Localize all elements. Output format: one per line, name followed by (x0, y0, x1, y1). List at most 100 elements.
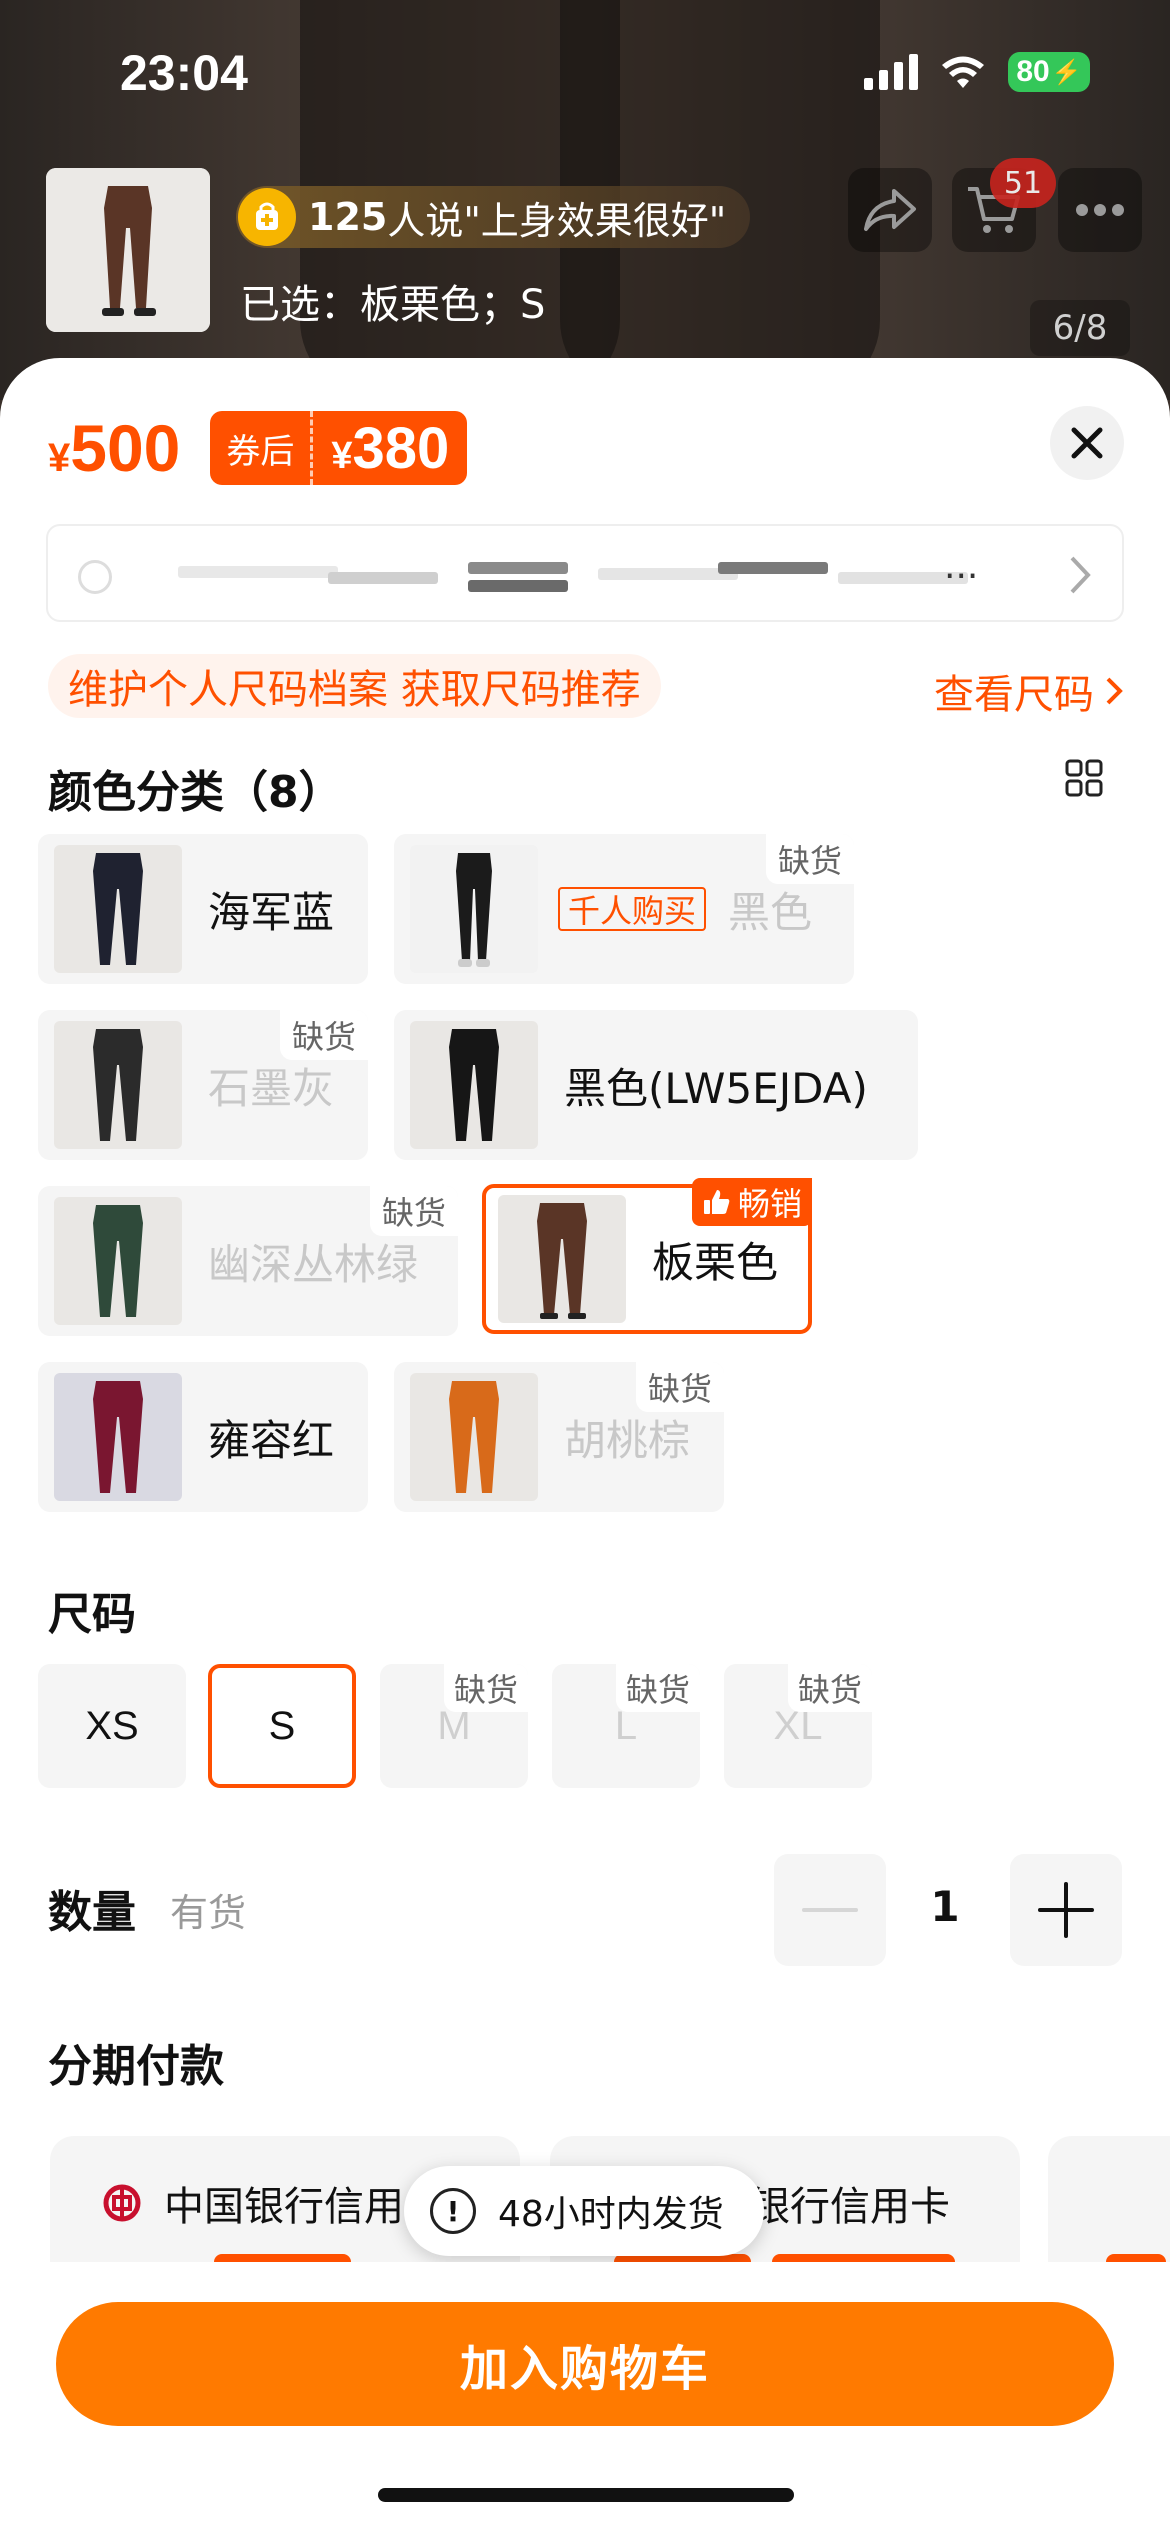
color-option-walnut-brown[interactable]: 胡桃棕 缺货 (394, 1362, 724, 1512)
color-thumbnail (410, 1373, 538, 1501)
coupon-label: 券后 (210, 411, 314, 485)
installment-bank: 中国银行信用卡 (102, 2174, 444, 2232)
promotion-blurred-text (78, 554, 978, 594)
selected-value: 板栗色；S (360, 282, 546, 328)
out-of-stock-badge: 缺货 (279, 1010, 368, 1060)
share-button[interactable] (848, 168, 932, 252)
size-label: S (268, 1703, 296, 1748)
size-option-m[interactable]: M 缺货 (380, 1664, 528, 1788)
color-thumbnail (54, 1197, 182, 1325)
color-thumbnail (410, 1021, 538, 1149)
shipping-text: 48小时内发货 (498, 2194, 724, 2235)
original-price: ¥500 (48, 410, 180, 486)
original-price-value: 500 (70, 411, 181, 485)
color-thumbnail (54, 1373, 182, 1501)
out-of-stock-badge: 缺货 (443, 1664, 528, 1712)
color-option-black[interactable]: 千人购买 黑色 缺货 (394, 834, 854, 984)
image-pager: 6/8 (1030, 300, 1130, 356)
shipping-toast: ! 48小时内发货 (404, 2166, 764, 2256)
grid-view-icon[interactable] (1064, 758, 1104, 798)
color-option-graphite[interactable]: 石墨灰 缺货 (38, 1010, 368, 1160)
review-count: 125 (308, 195, 388, 239)
color-option-chestnut[interactable]: 板栗色 畅销 (482, 1178, 812, 1334)
color-thumbnail (410, 845, 538, 973)
close-icon (1071, 427, 1103, 459)
size-option-l[interactable]: L 缺货 (552, 1664, 700, 1788)
quantity-increase-button[interactable] (1010, 1854, 1122, 1966)
color-thumbnail (54, 845, 182, 973)
thumbs-up-icon (703, 1190, 730, 1214)
selected-prefix: 已选： (240, 282, 360, 328)
installment-title: 分期付款 (48, 2041, 224, 2092)
promotion-bar[interactable]: ... (46, 524, 1124, 622)
minus-icon (802, 1908, 858, 1912)
price-row: ¥500 券后 ¥380 (48, 410, 468, 486)
color-option-black-lw5ejda[interactable]: 黑色(LW5EJDA) (394, 1010, 918, 1160)
close-button[interactable] (1050, 406, 1124, 480)
size-profile-hint[interactable]: 维护个人尺码档案 获取尺码推荐 (48, 654, 661, 718)
size-section-title: 尺码 (48, 1589, 136, 1640)
color-label: 海军蓝 (208, 887, 335, 937)
color-option-jungle-green[interactable]: 幽深丛林绿 缺货 (38, 1186, 458, 1336)
color-label: 幽深丛林绿 (208, 1239, 419, 1289)
out-of-stock-badge: 缺货 (369, 1186, 458, 1236)
share-icon (864, 189, 916, 231)
out-of-stock-badge: 缺货 (635, 1362, 724, 1412)
battery-level: 80 (1016, 55, 1050, 88)
best-seller-badge: 畅销 (691, 1178, 812, 1226)
review-badge-icon (238, 188, 296, 246)
status-icons: 80 ⚡ (864, 52, 1090, 92)
color-label: 黑色 (728, 887, 813, 937)
review-highlight: 125 人说"上身效果很好" (236, 186, 751, 248)
bank-name: 银行信用卡 (750, 2184, 950, 2230)
chevron-right-icon (1070, 556, 1091, 594)
more-button[interactable] (1058, 168, 1142, 252)
best-seller-label: 畅销 (737, 1185, 802, 1223)
size-option-xs[interactable]: XS (38, 1664, 186, 1788)
coupon-price: ¥380 (313, 415, 467, 482)
exclamation-icon: ! (430, 2188, 476, 2234)
wifi-icon (942, 56, 984, 88)
color-thumbnail (54, 1021, 182, 1149)
color-option-regal-red[interactable]: 雍容红 (38, 1362, 368, 1512)
bank-of-china-icon (103, 2184, 141, 2222)
stock-status: 有货 (170, 1891, 247, 1935)
out-of-stock-badge: 缺货 (765, 834, 854, 884)
add-to-cart-button[interactable]: 加入购物车 (56, 2302, 1114, 2426)
buy-count-tag: 千人购买 (558, 887, 707, 931)
view-size-chart-label: 查看尺码 (934, 672, 1094, 718)
out-of-stock-badge: 缺货 (787, 1664, 872, 1712)
color-option-navy[interactable]: 海军蓝 (38, 834, 368, 984)
coupon-price-badge: 券后 ¥380 (210, 411, 468, 485)
status-time: 23:04 (120, 45, 248, 101)
view-size-chart-link[interactable]: 查看尺码 (934, 662, 1124, 720)
cart-count-badge: 51 (990, 158, 1056, 208)
review-text: 人说"上身效果很好" (387, 198, 727, 243)
selected-product-thumbnail[interactable] (46, 168, 210, 332)
size-option-xl[interactable]: XL 缺货 (724, 1664, 872, 1788)
legging-image (46, 168, 210, 332)
color-label: 胡桃棕 (564, 1415, 691, 1465)
color-label: 雍容红 (208, 1415, 335, 1465)
charging-icon: ⚡ (1051, 58, 1082, 86)
size-option-s[interactable]: S (208, 1664, 356, 1788)
color-label: 板栗色 (652, 1237, 779, 1287)
quantity-decrease-button[interactable] (774, 1854, 886, 1966)
bank-name: 中国银行信用卡 (164, 2184, 444, 2230)
out-of-stock-badge: 缺货 (615, 1664, 700, 1712)
signal-icon (864, 54, 918, 90)
color-label: 石墨灰 (208, 1063, 335, 1113)
chevron-right-icon (1106, 677, 1123, 705)
quantity-title: 数量 (48, 1887, 136, 1938)
promotion-ellipsis: ... (944, 546, 979, 587)
selected-summary: 已选：板栗色；S (240, 272, 545, 330)
quantity-value[interactable]: 1 (910, 1882, 980, 1931)
installment-bank: 银行信用卡 (750, 2174, 950, 2232)
sku-selection-sheet: ¥500 券后 ¥380 ... 维护个人尺码档案 获取尺码推荐 查看尺码 颜色… (0, 358, 1170, 2532)
battery-indicator: 80 ⚡ (1008, 52, 1090, 92)
more-icon (1076, 204, 1124, 216)
size-label: XS (85, 1703, 139, 1748)
home-indicator (378, 2488, 794, 2502)
plus-icon (1038, 1882, 1094, 1938)
color-label: 黑色(LW5EJDA) (564, 1063, 868, 1113)
